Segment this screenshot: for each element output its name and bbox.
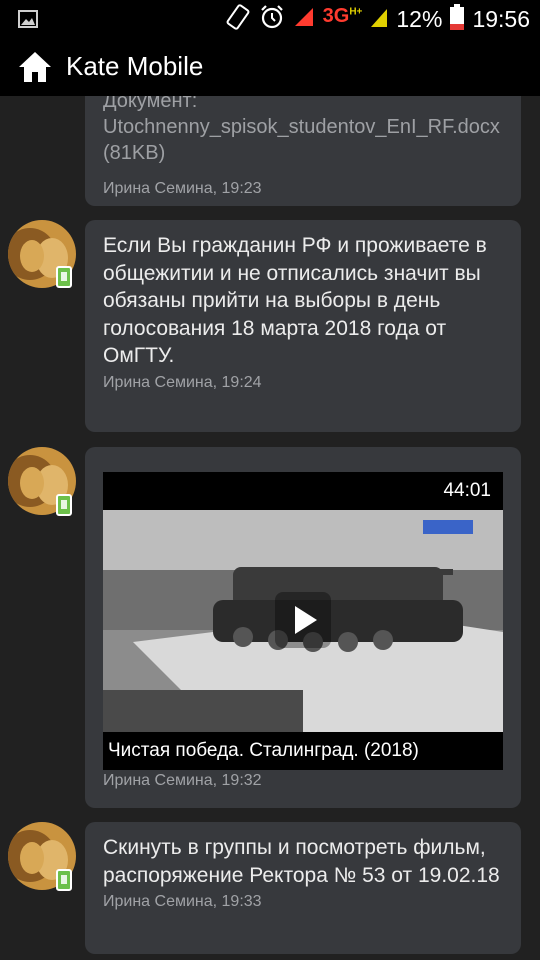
document-link[interactable]: Utochnenny_spisok_studentov_EnI_RF.docx … [103,114,503,166]
message-meta: Ирина Семина, 19:33 [103,893,262,910]
message-bubble[interactable]: Если Вы гражданин РФ и проживаете в обще… [85,220,521,432]
video-title: Чистая победа. Сталинград. (2018) [108,740,419,761]
message-bubble-video[interactable]: 44:01 Чистая победа. Сталинград. (2018) … [85,447,521,808]
play-icon[interactable] [275,592,331,648]
message-meta: Ирина Семина, 19:24 [103,373,262,391]
mobile-online-icon [56,266,72,288]
message-meta: Ирина Семина, 19:23 [103,180,262,197]
alarm-icon [259,4,285,35]
message-list[interactable]: Документ: Utochnenny_spisok_studentov_En… [0,96,540,960]
status-icons: 3GH+ 12% 19:56 [225,3,530,36]
document-label: Документ: [103,96,198,112]
message-text: Скинуть в группы и посмотреть фильм, рас… [103,836,500,887]
home-icon[interactable] [18,51,52,83]
image-notification-icon [18,10,38,33]
message-text: Если Вы гражданин РФ и проживаете в обще… [103,234,487,367]
network-type-label: 3GH+ [322,4,363,27]
video-attachment[interactable]: 44:01 Чистая победа. Сталинград. (2018) [103,472,503,770]
mobile-online-icon [56,869,72,891]
message-meta: Ирина Семина, 19:32 [103,772,262,789]
status-bar: 3GH+ 12% 19:56 [0,0,540,38]
wifi-signal-icon [370,6,388,33]
video-duration: 44:01 [443,480,491,501]
screen-rotation-icon [225,3,251,36]
message-bubble-document[interactable]: Документ: Utochnenny_spisok_studentov_En… [85,96,521,206]
battery-icon [450,3,465,35]
app-title: Kate Mobile [66,51,204,81]
battery-percent: 12% [396,5,443,32]
status-time: 19:56 [472,5,530,32]
mobile-online-icon [56,494,72,516]
app-toolbar: Kate Mobile [0,38,540,96]
message-bubble[interactable]: Скинуть в группы и посмотреть фильм, рас… [85,822,521,954]
signal-strength-icon [293,6,315,33]
